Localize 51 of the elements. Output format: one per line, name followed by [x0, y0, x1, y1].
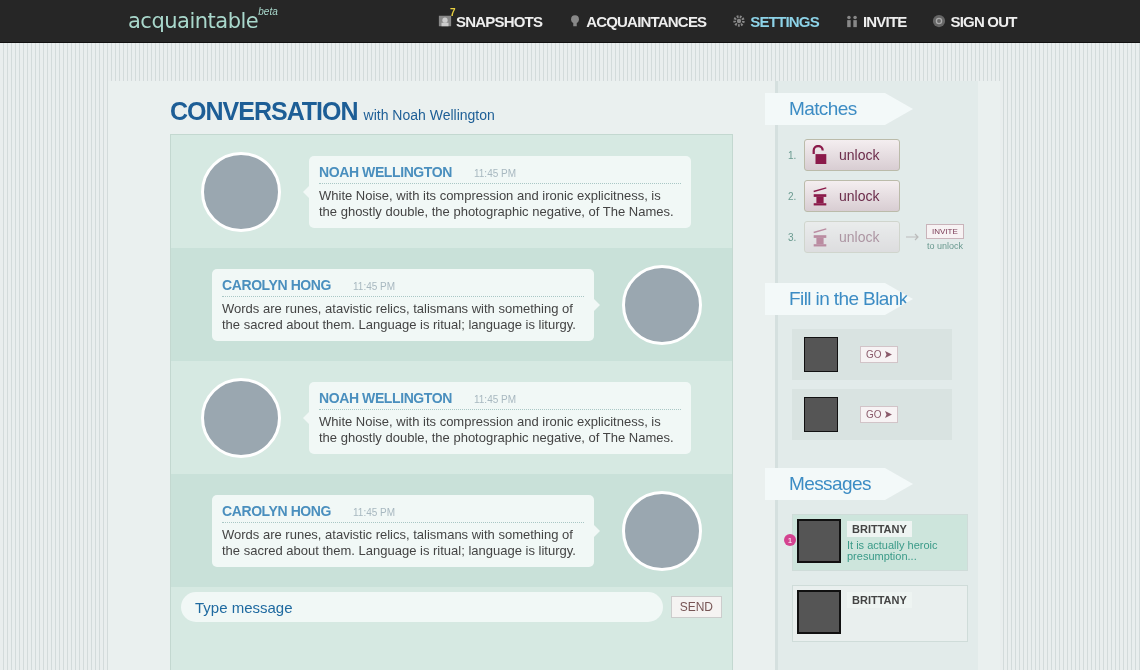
message-text: White Noise, with its compression and ironic explicitness, is the ghostly double, the photographic negative, of The Names. [319, 413, 675, 446]
unlock-button[interactable]: unlock [804, 139, 900, 171]
go-button[interactable]: GO [860, 346, 898, 363]
arrow-icon [906, 233, 920, 241]
message-time: 11:45 PM [473, 167, 517, 179]
go-button[interactable]: GO [860, 406, 898, 423]
nav-link[interactable]: SIGN OUT [932, 12, 1017, 30]
message-time: 11:45 PM [353, 280, 396, 292]
message-time: 11:45 PM [353, 506, 396, 518]
arrow-icon [884, 351, 892, 358]
contact-name: BRITTANY [847, 592, 912, 608]
match-number: 3. [788, 231, 798, 243]
padlock-icon [811, 145, 829, 165]
people-icon [844, 14, 859, 28]
message-time: 11:45 PM [473, 393, 517, 405]
unlock-button[interactable]: unlock [804, 180, 900, 212]
send-button[interactable]: SEND [670, 596, 722, 618]
message-text: Words are runes, atavistic relics, talismans with something of the sacred about them. Language is ritual; language is liturgy. [222, 526, 577, 559]
page-title: CONVERSATION [170, 97, 358, 126]
message-item[interactable]: BRITTANY It is actually heroic presumption... [792, 514, 968, 571]
logo[interactable]: acquaintable [128, 9, 259, 33]
sender-name: NOAH WELLINGTON [319, 163, 452, 180]
magic-hat-icon [811, 227, 829, 247]
invite-note: to unlock [926, 240, 963, 251]
snapshot-count: 7 [450, 6, 455, 18]
message-item[interactable]: BRITTANY [792, 585, 968, 642]
photo-placeholder [804, 397, 838, 432]
message-text: White Noise, with its compression and ironic explicitness, is the ghostly double, the photographic negative, of The Names. [319, 187, 675, 220]
nav-link[interactable]: ACQUAINTANCES [568, 12, 707, 30]
match-number: 1. [788, 149, 798, 161]
contact-name: BRITTANY [847, 521, 912, 537]
arrow-icon [884, 411, 892, 418]
match-number: 2. [788, 190, 798, 202]
message-input[interactable]: Type message [181, 592, 663, 622]
beta-tag: beta [258, 6, 278, 17]
message-preview: It is actually heroic presumption... [847, 540, 939, 562]
photo-placeholder [797, 519, 841, 563]
nav-link[interactable]: INVITE [844, 12, 907, 30]
page-subtitle: with Noah Wellington [363, 107, 495, 123]
settings-icon [732, 14, 747, 28]
sender-name: NOAH WELLINGTON [319, 389, 452, 406]
photo-placeholder [797, 590, 841, 634]
photo-icon [438, 14, 452, 28]
nav-link[interactable]: SETTINGS [732, 12, 819, 30]
magic-hat-icon [811, 186, 829, 206]
unread-badge: 1 [784, 534, 796, 546]
photo-placeholder [804, 337, 838, 372]
sender-name: CAROLYN HONG [222, 276, 332, 293]
message-text: Words are runes, atavistic relics, talismans with something of the sacred about them. Language is ritual; language is liturgy. [222, 300, 577, 333]
power-icon [932, 14, 947, 28]
sender-name: CAROLYN HONG [222, 502, 332, 519]
